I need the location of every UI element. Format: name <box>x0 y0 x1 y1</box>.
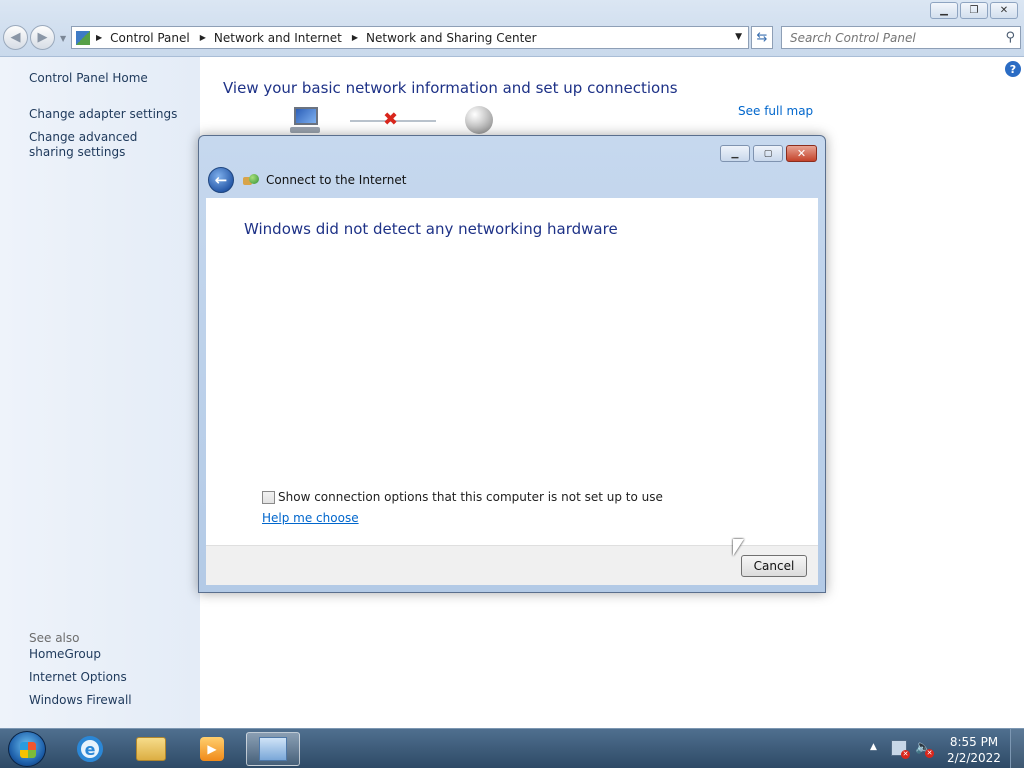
dialog-minimize-button[interactable]: ▁ <box>720 145 750 162</box>
clock-date: 2/2/2022 <box>947 751 1001 765</box>
network-status-icon[interactable]: ✕ <box>891 740 910 759</box>
dialog-caption-buttons: ▁ ▢ ✕ <box>720 145 817 162</box>
navigation-buttons: ◀ ▶ <box>3 25 55 50</box>
windows-explorer-icon <box>136 737 166 761</box>
show-options-checkbox-label[interactable]: Show connection options that this comput… <box>278 490 663 504</box>
close-button[interactable]: ✕ <box>990 2 1018 19</box>
search-input[interactable] <box>790 30 990 45</box>
see-also-label: See also <box>29 631 80 645</box>
control-panel-home-link[interactable]: Control Panel Home <box>29 71 148 86</box>
search-icon[interactable]: ⚲ <box>1005 30 1015 45</box>
taskbar-internet-explorer[interactable]: e <box>63 732 117 766</box>
taskbar-media-player[interactable]: ▶ <box>185 732 239 766</box>
forward-arrow-icon: ▶ <box>37 30 48 45</box>
change-advanced-sharing-settings-link[interactable]: Change advanced sharing settings <box>29 130 179 160</box>
refresh-button[interactable]: ⇆ <box>751 26 773 49</box>
forward-button[interactable]: ▶ <box>30 25 55 50</box>
minimize-button[interactable]: ▁ <box>930 2 958 19</box>
windows-logo-icon <box>20 742 36 758</box>
breadcrumb-chevron-icon[interactable]: ▶ <box>352 33 358 42</box>
window-caption-buttons: ▁ ❐ ✕ <box>930 2 1018 19</box>
restore-button[interactable]: ❐ <box>960 2 988 19</box>
back-arrow-icon: ← <box>214 171 228 189</box>
dialog-heading: Windows did not detect any networking ha… <box>244 220 618 238</box>
address-bar[interactable]: ▶ Control Panel ▶ Network and Internet ▶… <box>71 26 749 49</box>
system-clock[interactable]: 8:55 PM 2/2/2022 <box>944 734 1004 766</box>
help-icon[interactable]: ? <box>1005 61 1021 77</box>
breadcrumb-chevron-icon[interactable]: ▶ <box>96 33 102 42</box>
address-dropdown-icon[interactable]: ▼ <box>735 32 742 42</box>
see-full-map-link[interactable]: See full map <box>738 104 813 118</box>
homegroup-link[interactable]: HomeGroup <box>29 647 101 662</box>
show-desktop-button[interactable] <box>1010 729 1024 768</box>
mouse-cursor-icon <box>733 539 744 556</box>
control-panel-icon <box>259 737 287 761</box>
dialog-title: Connect to the Internet <box>266 173 407 187</box>
network-map: ✖ <box>290 105 500 137</box>
connect-wizard-icon <box>243 174 259 186</box>
wizard-back-button[interactable]: ← <box>208 167 234 193</box>
search-box[interactable]: ⚲ <box>781 26 1021 49</box>
back-arrow-icon: ◀ <box>10 30 21 45</box>
control-panel-icon <box>76 30 90 45</box>
clock-time: 8:55 PM <box>949 735 999 749</box>
taskbar-windows-explorer[interactable] <box>124 732 178 766</box>
breadcrumb-network-and-sharing-center[interactable]: Network and Sharing Center <box>366 31 537 45</box>
breadcrumb-control-panel[interactable]: Control Panel <box>110 31 190 45</box>
start-button[interactable] <box>8 731 46 767</box>
breadcrumb-chevron-icon[interactable]: ▶ <box>200 33 206 42</box>
media-player-icon: ▶ <box>200 737 224 761</box>
left-task-pane: Control Panel Home Change adapter settin… <box>0 57 200 728</box>
dialog-body: Windows did not detect any networking ha… <box>206 198 818 545</box>
show-options-checkbox-row[interactable]: Show connection options that this comput… <box>262 490 663 504</box>
disconnected-x-icon[interactable]: ✖ <box>383 109 398 130</box>
taskbar: e ▶ ▲ ✕ 🔈 ✕ 8:55 PM 2/2/2022 <box>0 728 1024 768</box>
internet-globe-icon[interactable] <box>465 106 493 134</box>
taskbar-control-panel[interactable] <box>246 732 300 766</box>
window-title-bar: ▁ ❐ ✕ ◀ ▶ ▼ ▶ Control Panel ▶ Network an… <box>0 0 1024 57</box>
dialog-footer: Cancel <box>206 545 818 585</box>
volume-muted-icon[interactable]: 🔈 ✕ <box>915 740 934 758</box>
connect-to-internet-dialog: ▁ ▢ ✕ ← Connect to the Internet Windows … <box>198 135 826 593</box>
show-hidden-icons-icon[interactable]: ▲ <box>870 742 877 752</box>
cancel-button[interactable]: Cancel <box>741 555 807 577</box>
change-adapter-settings-link[interactable]: Change adapter settings <box>29 107 177 122</box>
internet-options-link[interactable]: Internet Options <box>29 670 127 685</box>
computer-icon[interactable] <box>290 107 320 133</box>
show-options-checkbox[interactable] <box>262 490 275 504</box>
breadcrumb-network-and-internet[interactable]: Network and Internet <box>214 31 342 45</box>
help-me-choose-link[interactable]: Help me choose <box>262 511 359 525</box>
dialog-maximize-button[interactable]: ▢ <box>753 145 783 162</box>
internet-explorer-icon: e <box>77 736 103 762</box>
recent-pages-dropdown[interactable]: ▼ <box>60 34 66 43</box>
back-button[interactable]: ◀ <box>3 25 28 50</box>
dialog-close-button[interactable]: ✕ <box>786 145 817 162</box>
refresh-icon: ⇆ <box>756 30 768 45</box>
windows-firewall-link[interactable]: Windows Firewall <box>29 693 132 708</box>
page-title: View your basic network information and … <box>223 79 678 97</box>
